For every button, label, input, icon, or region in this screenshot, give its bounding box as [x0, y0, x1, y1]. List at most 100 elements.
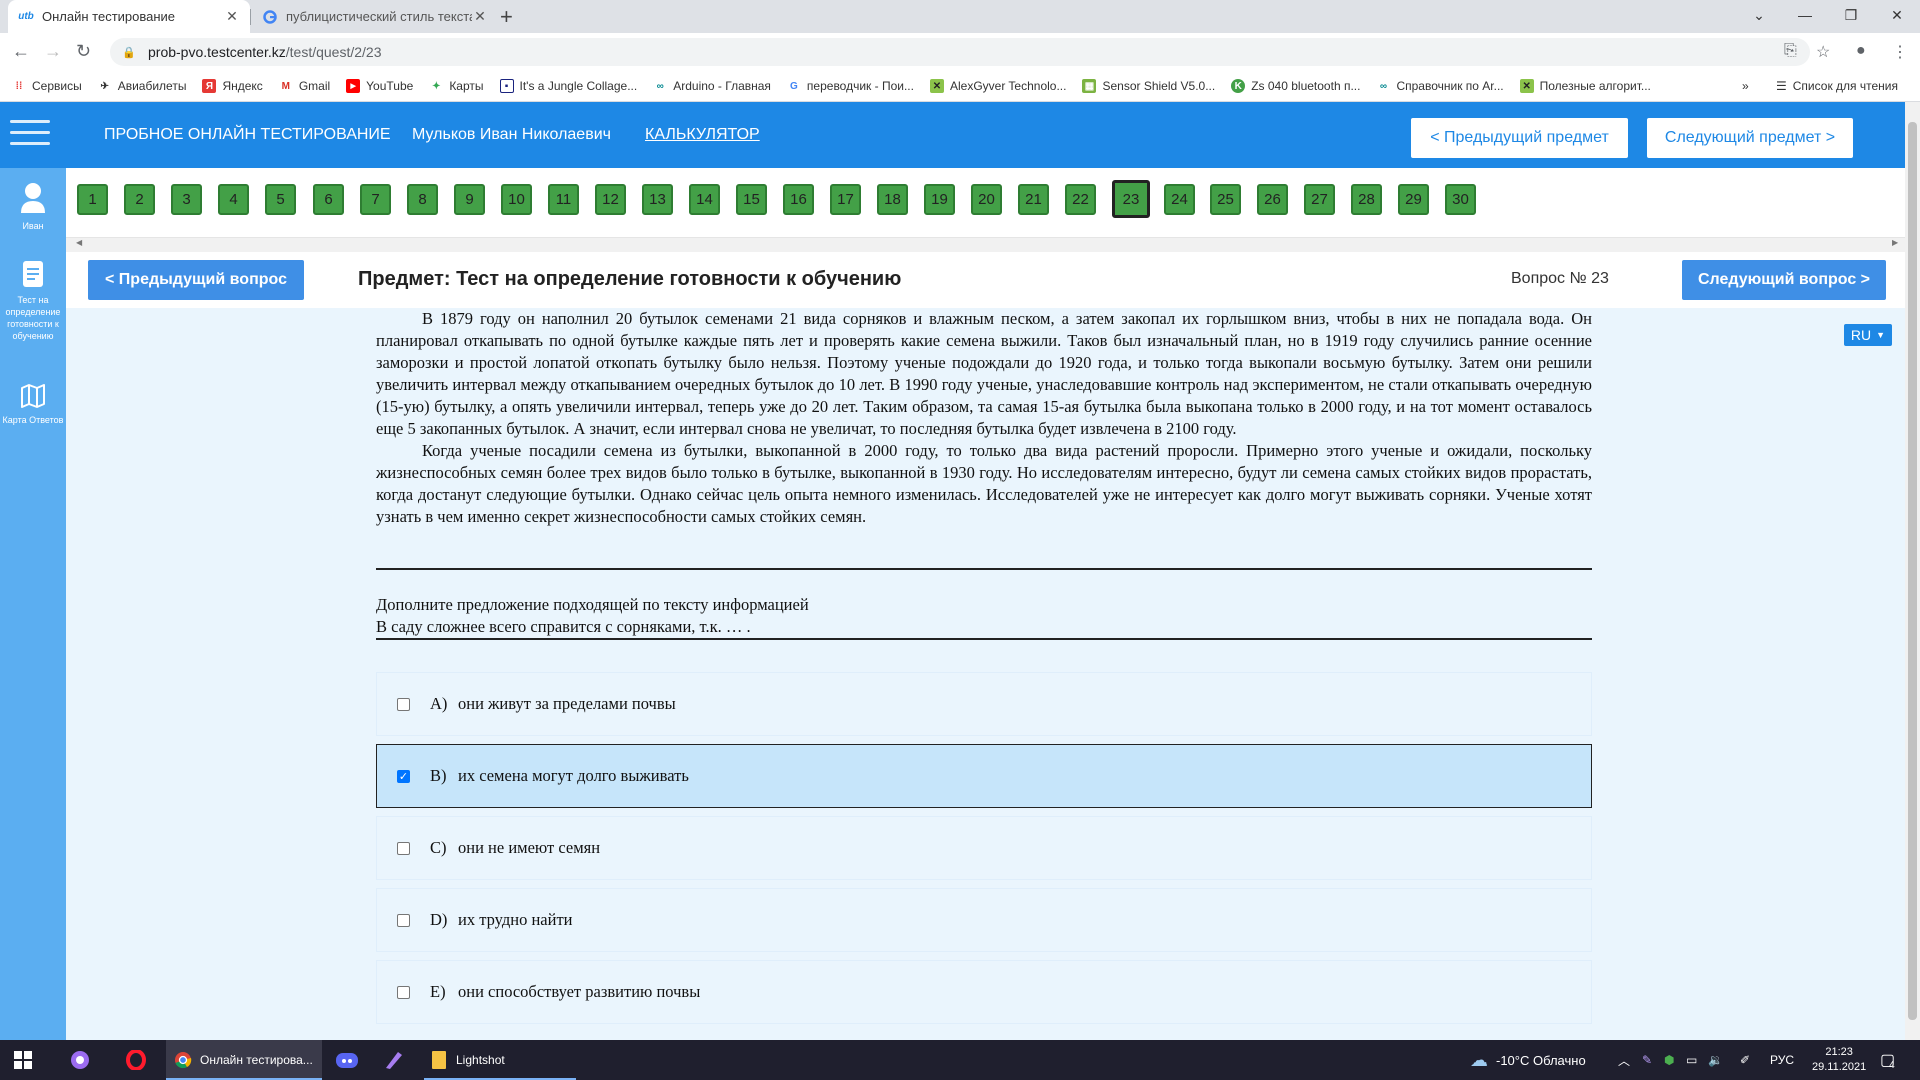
question-number-button[interactable]: 14: [689, 184, 720, 215]
tray-chevron-icon[interactable]: ︿: [1618, 1040, 1630, 1080]
pen-app-icon[interactable]: [384, 1040, 404, 1080]
answer-option-b[interactable]: ✓ B) их семена могут долго выживать: [376, 744, 1592, 808]
input-language[interactable]: РУС: [1770, 1040, 1794, 1080]
checkbox[interactable]: [397, 841, 410, 855]
answer-option-e[interactable]: E) они способствует развитию почвы: [376, 960, 1592, 1024]
question-number-button[interactable]: 28: [1351, 184, 1382, 215]
bookmark-yandex[interactable]: Я Яндекс: [202, 79, 263, 93]
bookmark-arduino[interactable]: ∞ Arduino - Главная: [653, 79, 771, 93]
next-question-button[interactable]: Следующий вопрос >: [1682, 260, 1886, 300]
checkbox[interactable]: [397, 697, 410, 711]
question-number-button[interactable]: 10: [501, 184, 532, 215]
bookmark-algorithms[interactable]: ✕ Полезные алгорит...: [1519, 79, 1651, 93]
hamburger-menu-icon[interactable]: [10, 120, 50, 150]
prev-question-button[interactable]: < Предыдущий вопрос: [88, 260, 304, 300]
close-window-icon[interactable]: ✕: [1874, 0, 1920, 30]
checkbox-checked[interactable]: ✓: [397, 769, 410, 783]
bookmark-zs040[interactable]: K Zs 040 bluetooth п...: [1231, 79, 1360, 93]
question-number-button[interactable]: 8: [407, 184, 438, 215]
sidebar-item-user[interactable]: Иван: [0, 182, 66, 232]
tray-network-icon[interactable]: ▭: [1686, 1040, 1697, 1080]
question-number-button[interactable]: 23: [1112, 180, 1150, 218]
clock[interactable]: 21:23 29.11.2021: [1812, 1040, 1866, 1080]
question-number-button[interactable]: 30: [1445, 184, 1476, 215]
reload-icon[interactable]: ↻: [76, 41, 91, 62]
checkbox[interactable]: [397, 913, 410, 927]
bookmarks-overflow-icon[interactable]: »: [1742, 79, 1749, 93]
opera-icon[interactable]: [126, 1040, 146, 1080]
star-icon[interactable]: ☆: [1816, 42, 1830, 62]
question-number-button[interactable]: 19: [924, 184, 955, 215]
answer-option-d[interactable]: D) их трудно найти: [376, 888, 1592, 952]
horizontal-scrollbar[interactable]: ◀ ▶: [66, 238, 1905, 252]
address-bar[interactable]: 🔒 prob-pvo.testcenter.kz/test/quest/2/23: [110, 38, 1810, 66]
restore-icon[interactable]: ❐: [1828, 0, 1874, 30]
close-tab-icon[interactable]: ✕: [224, 8, 240, 25]
bookmark-sensor-shield[interactable]: ▦ Sensor Shield V5.0...: [1082, 79, 1215, 93]
notifications-icon[interactable]: ▢ 4: [1880, 1040, 1895, 1080]
bookmark-services[interactable]: ⁞⁞ Сервисы: [12, 79, 82, 93]
translate-icon[interactable]: ⎘: [1784, 42, 1797, 60]
bookmark-jungle[interactable]: ▪ It's a Jungle Collage...: [499, 79, 637, 93]
tab-search-icon[interactable]: ⌄: [1736, 0, 1782, 30]
bookmark-alexgyver[interactable]: ✕ AlexGyver Technolo...: [929, 79, 1066, 93]
bookmark-translator[interactable]: Gпереводчик - Пои...: [787, 79, 914, 93]
next-subject-button[interactable]: Следующий предмет >: [1647, 118, 1853, 158]
question-number-button[interactable]: 17: [830, 184, 861, 215]
question-number-button[interactable]: 29: [1398, 184, 1429, 215]
question-number-button[interactable]: 24: [1164, 184, 1195, 215]
bookmark-arduino-ref[interactable]: ∞ Справочник по Ar...: [1376, 79, 1504, 93]
bookmark-youtube[interactable]: ▶ YouTube: [346, 79, 413, 93]
question-number-button[interactable]: 15: [736, 184, 767, 215]
reading-list-button[interactable]: ☰ Список для чтения: [1776, 79, 1898, 93]
scroll-right-icon[interactable]: ▶: [1892, 238, 1898, 247]
windows-start-icon[interactable]: [14, 1040, 32, 1080]
question-number-button[interactable]: 6: [313, 184, 344, 215]
sidebar-item-test[interactable]: Тест на определение готовности к обучени…: [0, 260, 66, 342]
bookmark-avia[interactable]: ✈ Авиабилеты: [98, 79, 187, 93]
minimize-icon[interactable]: —: [1782, 0, 1828, 30]
close-tab-icon[interactable]: ✕: [472, 8, 488, 25]
answer-option-c[interactable]: C) они не имеют семян: [376, 816, 1592, 880]
new-tab-icon[interactable]: +: [500, 4, 513, 30]
back-icon[interactable]: ←: [12, 41, 30, 62]
question-number-button[interactable]: 26: [1257, 184, 1288, 215]
question-number-button[interactable]: 22: [1065, 184, 1096, 215]
question-number-button[interactable]: 12: [595, 184, 626, 215]
menu-kebab-icon[interactable]: ⋮: [1892, 42, 1908, 62]
answer-option-a[interactable]: A) они живут за пределами почвы: [376, 672, 1592, 736]
question-number-button[interactable]: 25: [1210, 184, 1241, 215]
profile-icon[interactable]: ●: [1856, 42, 1866, 60]
scroll-left-icon[interactable]: ◀: [76, 238, 82, 247]
tray-pen-input-icon[interactable]: ✐: [1740, 1040, 1750, 1080]
question-number-button[interactable]: 20: [971, 184, 1002, 215]
question-number-button[interactable]: 21: [1018, 184, 1049, 215]
question-number-button[interactable]: 13: [642, 184, 673, 215]
question-number-button[interactable]: 5: [265, 184, 296, 215]
taskbar-app-lightshot[interactable]: Lightshot: [424, 1040, 576, 1080]
taskbar-app-chrome[interactable]: Онлайн тестирова...: [166, 1040, 322, 1080]
question-number-button[interactable]: 3: [171, 184, 202, 215]
tray-volume-icon[interactable]: 🔉: [1708, 1040, 1723, 1080]
discord-icon[interactable]: [336, 1040, 358, 1080]
question-number-button[interactable]: 2: [124, 184, 155, 215]
sidebar-item-answer-map[interactable]: Карта Ответов: [0, 384, 66, 426]
checkbox[interactable]: [397, 985, 410, 999]
question-number-button[interactable]: 11: [548, 184, 579, 215]
vertical-scrollbar[interactable]: [1905, 102, 1920, 1040]
question-number-button[interactable]: 9: [454, 184, 485, 215]
weather-widget[interactable]: ☁ -10°C Облачно: [1470, 1040, 1586, 1080]
question-number-button[interactable]: 7: [360, 184, 391, 215]
calculator-link[interactable]: КАЛЬКУЛЯТОР: [645, 126, 760, 144]
prev-subject-button[interactable]: < Предыдущий предмет: [1411, 118, 1628, 158]
question-number-button[interactable]: 18: [877, 184, 908, 215]
question-number-button[interactable]: 27: [1304, 184, 1335, 215]
forward-icon[interactable]: →: [44, 41, 62, 62]
question-number-button[interactable]: 16: [783, 184, 814, 215]
question-number-button[interactable]: 1: [77, 184, 108, 215]
bookmark-maps[interactable]: ✦ Карты: [429, 79, 483, 93]
bookmark-gmail[interactable]: M Gmail: [279, 79, 331, 93]
cortana-icon[interactable]: [70, 1040, 90, 1080]
scrollbar-thumb[interactable]: [1908, 122, 1917, 1020]
language-select[interactable]: RU ▼: [1844, 324, 1892, 346]
